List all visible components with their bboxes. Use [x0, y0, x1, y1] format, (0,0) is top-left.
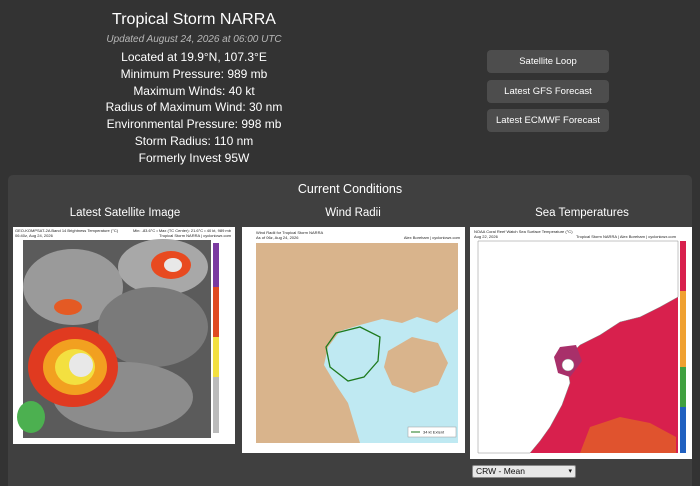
formerly-invest: Formerly Invest 95W	[138, 150, 250, 165]
forecast-buttons: Satellite Loop Latest GFS Forecast Lates…	[487, 50, 609, 139]
sst-dataset-select[interactable]: CRW - Mean ▾	[472, 465, 576, 478]
current-conditions-title: Current Conditions	[297, 182, 403, 196]
wind-caption-time: As of 06z, Aug 24, 2026	[256, 235, 299, 240]
satellite-caption-time: 06:40z, Aug 24, 2026	[15, 233, 54, 238]
wind-radii-title: Wind Radii	[325, 207, 381, 219]
wind-radii-map[interactable]: Wind Radii for Tropical Storm NARRA As o…	[242, 227, 465, 453]
satellite-title: Latest Satellite Image	[69, 207, 181, 219]
satellite-loop-button[interactable]: Satellite Loop	[487, 50, 609, 73]
wind-caption-right: Alex Boreham | cyclonicwx.com	[404, 235, 461, 240]
updated-timestamp: Updated August 24, 2026 at 06:00 UTC	[106, 34, 282, 45]
environmental-pressure: Environmental Pressure: 998 mb	[106, 117, 282, 132]
minimum-pressure: Minimum Pressure: 989 mb	[120, 66, 268, 81]
maximum-winds: Maximum Winds: 40 kt	[133, 83, 255, 98]
gfs-forecast-button[interactable]: Latest GFS Forecast	[487, 79, 609, 103]
sea-temperatures-title: Sea Temperatures	[535, 207, 629, 219]
current-conditions-panel: Current Conditions Latest Satellite Imag…	[8, 175, 692, 486]
storm-title: Tropical Storm NARRA	[112, 11, 276, 28]
wind-legend: 34 kt Extent	[423, 430, 445, 435]
storm-radius: Storm Radius: 110 nm	[134, 133, 254, 148]
sst-caption-right: Tropical Storm NARRA | Alex Boreham | cy…	[576, 234, 677, 239]
sst-caption-time: Aug 22, 2026	[474, 234, 499, 239]
sst-select-value: CRW - Mean	[476, 466, 525, 476]
location: Located at 19.9°N, 107.3°E	[121, 50, 267, 64]
sea-temperature-map[interactable]: NOAA Coral Reef Watch Sea Surface Temper…	[470, 227, 692, 459]
chevron-down-icon: ▾	[568, 468, 572, 475]
storm-info: Tropical Storm NARRA Updated August 24, …	[60, 8, 328, 167]
radius-max-wind: Radius of Maximum Wind: 30 nm	[105, 100, 283, 115]
ecmwf-forecast-button[interactable]: Latest ECMWF Forecast	[487, 109, 609, 132]
satellite-caption-right2: Tropical Storm NARRA | cyclonicwx.com	[159, 233, 231, 238]
satellite-image[interactable]: GEO-KOMPSAT-2A Band 14 Brightness Temper…	[13, 227, 235, 444]
